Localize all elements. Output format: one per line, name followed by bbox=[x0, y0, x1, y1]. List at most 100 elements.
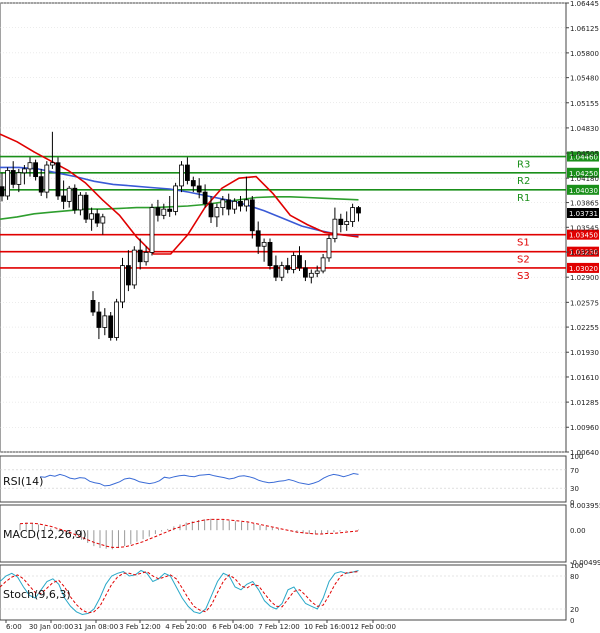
candle-body bbox=[196, 185, 202, 193]
candle-body bbox=[38, 176, 44, 193]
candle-body bbox=[149, 207, 155, 253]
stoch-label: Stoch(9,6,3) bbox=[3, 588, 71, 601]
price-tick-label: 1.01285 bbox=[570, 399, 599, 407]
candle-body bbox=[314, 270, 320, 274]
candle-body bbox=[356, 207, 361, 214]
candle-body bbox=[202, 191, 208, 205]
rsi-tick-label: 30 bbox=[570, 485, 579, 493]
current-price-label: 1.03731 bbox=[569, 210, 598, 218]
candle-body bbox=[21, 168, 27, 174]
time-tick-label: 31 Jan 08:00 bbox=[74, 623, 118, 631]
price-tick-label: 1.05800 bbox=[570, 50, 599, 58]
candle-body bbox=[78, 194, 83, 211]
candle-body bbox=[344, 221, 350, 225]
candle-body bbox=[220, 199, 226, 208]
candle-body bbox=[137, 249, 143, 263]
candle-body bbox=[308, 272, 314, 278]
candle-body bbox=[120, 265, 125, 303]
candle-body bbox=[214, 207, 220, 218]
candle-body bbox=[273, 265, 279, 278]
price-tick-label: 1.05155 bbox=[570, 100, 599, 108]
candle-body bbox=[243, 199, 249, 207]
price-tick-label: 1.01930 bbox=[570, 349, 599, 357]
price-tick-label: 1.05480 bbox=[570, 75, 599, 83]
price-tick-label: 1.04180 bbox=[570, 175, 599, 183]
price-axis: 1.06445 1.06125 1.05800 1.05480 1.05155 1.048… bbox=[566, 0, 599, 457]
stoch-tick-label: 0 bbox=[570, 617, 574, 625]
macd-tick-label: 0.003955 bbox=[570, 502, 600, 510]
price-tick-label: 1.00960 bbox=[570, 424, 599, 432]
price-tick-label: 1.04830 bbox=[570, 125, 599, 133]
candle-body bbox=[83, 194, 89, 220]
rsi-tick-label: 70 bbox=[570, 467, 579, 475]
level-price-label-r1: 1.04030 bbox=[569, 187, 598, 195]
candle-body bbox=[249, 199, 255, 232]
candle-body bbox=[44, 164, 50, 193]
candle-body bbox=[332, 218, 338, 239]
level-name-s1: S1 bbox=[517, 238, 530, 249]
level-price-label-s3: 1.03020 bbox=[569, 265, 598, 273]
candle-body bbox=[96, 311, 102, 328]
price-tick-label: 1.01610 bbox=[570, 374, 599, 382]
price-tick-label: 1.03225 bbox=[570, 249, 599, 257]
candle-body bbox=[161, 208, 167, 216]
price-tick-label: 1.06445 bbox=[570, 0, 599, 8]
price-tick-label: 1.02900 bbox=[570, 274, 599, 282]
time-tick-label: 7 Feb 12:00 bbox=[258, 623, 299, 631]
candle-body bbox=[114, 301, 119, 338]
macd-tick-label: 0.00 bbox=[570, 527, 586, 535]
macd-label: MACD(12,26,9) bbox=[3, 528, 87, 541]
candle-body bbox=[50, 162, 55, 166]
candle-body bbox=[350, 207, 356, 222]
candle-body bbox=[90, 299, 96, 313]
level-name-s3: S3 bbox=[517, 271, 530, 282]
time-tick-label: 6 Feb 04:00 bbox=[212, 623, 253, 631]
candle-body bbox=[190, 180, 196, 187]
time-tick-label: 4 Feb 20:00 bbox=[165, 623, 206, 631]
candle-body bbox=[173, 185, 179, 212]
candle-body bbox=[126, 265, 131, 286]
price-tick-label: 1.02575 bbox=[570, 299, 599, 307]
time-tick-label: 12 Feb 00:00 bbox=[350, 623, 396, 631]
time-tick-label: 6:00 bbox=[6, 623, 22, 631]
candle-body bbox=[261, 241, 267, 247]
price-tick-label: 1.04505 bbox=[570, 150, 599, 158]
level-name-r1: R1 bbox=[517, 193, 530, 204]
candle-body bbox=[338, 218, 344, 225]
price-tick-label: 1.02255 bbox=[570, 324, 599, 332]
level-name-r3: R3 bbox=[517, 160, 530, 171]
level-name-s2: S2 bbox=[517, 255, 530, 266]
candle-body bbox=[5, 170, 10, 197]
candle-body bbox=[326, 238, 332, 259]
candle-body bbox=[255, 230, 261, 247]
rsi-tick-label: 100 bbox=[570, 453, 583, 461]
forex-chart: R31.04460R21.04250R11.04030S11.03450S21.… bbox=[0, 0, 600, 631]
candle-body bbox=[16, 172, 22, 185]
stoch-tick-label: 100 bbox=[570, 562, 583, 570]
candle-body bbox=[279, 265, 285, 278]
candle-body bbox=[238, 200, 243, 207]
candle-body bbox=[94, 213, 100, 224]
candle-body bbox=[55, 162, 61, 197]
time-tick-label: 3 Feb 12:00 bbox=[119, 623, 160, 631]
candle-body bbox=[72, 187, 78, 211]
candle-body bbox=[302, 267, 308, 278]
candle-body bbox=[10, 170, 16, 185]
candle-body bbox=[167, 208, 173, 212]
stoch-tick-label: 20 bbox=[570, 606, 579, 614]
time-axis: 6:00 30 Jan 00:00 31 Jan 08:00 3 Feb 12:00 4… bbox=[5, 620, 396, 631]
candle-body bbox=[291, 255, 297, 270]
price-tick-label: 1.03865 bbox=[570, 200, 599, 208]
candle-body bbox=[33, 162, 38, 178]
candle-body bbox=[285, 265, 291, 270]
candle-body bbox=[208, 203, 214, 218]
candle-body bbox=[232, 200, 238, 210]
rsi-panel-frame bbox=[0, 455, 567, 503]
stoch-tick-label: 80 bbox=[570, 573, 579, 581]
candle-body bbox=[66, 187, 72, 202]
level-price-label-s1: 1.03450 bbox=[569, 232, 598, 240]
candle-body bbox=[100, 216, 106, 224]
candle-body bbox=[89, 213, 94, 220]
level-name-r2: R2 bbox=[517, 176, 530, 187]
rsi-label: RSI(14) bbox=[3, 475, 43, 488]
